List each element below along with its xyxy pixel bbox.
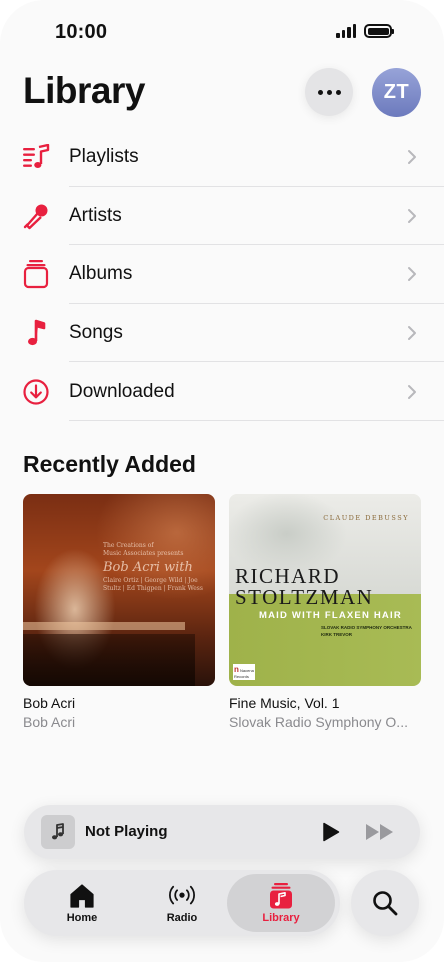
recently-added-title: Recently Added xyxy=(23,451,196,477)
radio-icon xyxy=(167,882,197,910)
home-icon xyxy=(67,882,97,910)
more-options-button[interactable] xyxy=(305,68,353,116)
cover-name-line1: RICHARD xyxy=(235,564,341,588)
chevron-right-icon xyxy=(408,208,416,223)
library-list: Playlists Artists Albums Songs Downloade… xyxy=(0,128,444,421)
play-icon[interactable] xyxy=(322,822,340,842)
cover-subtitle: MAID WITH FLAXEN HAIR xyxy=(259,610,402,621)
album-title[interactable]: Fine Music, Vol. 1 xyxy=(229,695,421,711)
library-item-playlists[interactable]: Playlists xyxy=(0,128,444,187)
tab-home[interactable]: Home xyxy=(28,874,136,932)
library-item-songs[interactable]: Songs xyxy=(0,304,444,363)
tab-radio[interactable]: Radio xyxy=(128,874,236,932)
playlist-icon xyxy=(22,143,50,171)
tab-label: Radio xyxy=(166,912,198,924)
music-note-icon xyxy=(22,319,50,347)
library-item-artists[interactable]: Artists xyxy=(0,187,444,246)
cover-composer: CLAUDE DEBUSSY xyxy=(323,514,409,522)
library-item-downloaded[interactable]: Downloaded xyxy=(0,362,444,421)
cover-text-big: Bob Acri with xyxy=(103,559,193,575)
cellular-signal-icon xyxy=(336,24,356,38)
library-item-label: Songs xyxy=(69,322,123,344)
library-item-label: Albums xyxy=(69,263,133,285)
cover-orchestra: SLOVAK RADIO SYMPHONY ORCHESTRA xyxy=(321,625,412,630)
cover-name-line2: STOLTZMAN xyxy=(235,585,374,609)
chevron-right-icon xyxy=(408,267,416,282)
divider xyxy=(69,419,444,421)
download-circle-icon xyxy=(22,378,50,406)
album-card[interactable]: CLAUDE DEBUSSY RICHARD STOLTZMAN MAID WI… xyxy=(229,494,421,730)
album-title[interactable]: Bob Acri xyxy=(23,695,215,711)
tab-label: Home xyxy=(66,912,98,924)
album-card[interactable]: The Creations of Music Associates presen… xyxy=(23,494,215,730)
music-note-icon xyxy=(52,823,64,840)
page-title: Library xyxy=(23,70,145,111)
phone-screen: 10:00 Library ZT Playlists Artists Album… xyxy=(0,0,444,962)
record-label-logo: n Nacena Records xyxy=(233,664,255,680)
chevron-right-icon xyxy=(408,326,416,341)
search-icon xyxy=(373,891,398,916)
chevron-right-icon xyxy=(408,150,416,165)
tab-library[interactable]: Library xyxy=(227,874,335,932)
status-time: 10:00 xyxy=(55,21,108,43)
cover-text-names: Claire Ortiz | George Wild | Joe Stultz … xyxy=(103,576,203,593)
cover-conductor: KIRK TREVOR xyxy=(321,631,353,637)
album-artist: Slovak Radio Symphony O... xyxy=(229,714,408,730)
mini-player[interactable]: Not Playing xyxy=(24,805,420,859)
library-item-label: Downloaded xyxy=(69,380,175,402)
tab-bar: Home Radio Library xyxy=(24,870,340,936)
album-artwork[interactable]: The Creations of Music Associates presen… xyxy=(23,494,215,686)
album-stack-icon xyxy=(22,260,50,289)
search-button[interactable] xyxy=(351,870,419,936)
status-indicators xyxy=(336,24,394,38)
fast-forward-icon[interactable] xyxy=(365,823,395,841)
library-item-albums[interactable]: Albums xyxy=(0,245,444,304)
ellipsis-icon xyxy=(317,89,323,95)
chevron-right-icon xyxy=(408,384,416,399)
tab-label: Library xyxy=(262,912,300,924)
battery-icon xyxy=(364,24,394,38)
album-artwork[interactable]: CLAUDE DEBUSSY RICHARD STOLTZMAN MAID WI… xyxy=(229,494,421,686)
library-item-label: Artists xyxy=(69,204,122,226)
profile-avatar[interactable]: ZT xyxy=(372,68,421,117)
now-playing-title: Not Playing xyxy=(85,823,168,840)
album-artist: Bob Acri xyxy=(23,714,76,730)
library-icon xyxy=(266,882,296,910)
mini-player-artwork xyxy=(41,815,75,849)
library-item-label: Playlists xyxy=(69,146,139,168)
cover-text-small: The Creations of Music Associates presen… xyxy=(103,542,184,558)
microphone-icon xyxy=(22,202,50,230)
